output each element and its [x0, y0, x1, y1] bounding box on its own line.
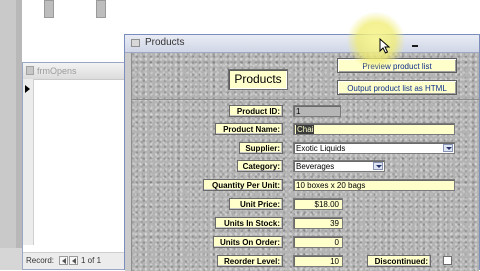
background-window-edge-2	[96, 0, 106, 18]
unit-price-field[interactable]: $18.00	[293, 198, 343, 210]
form-body: Products Preview product list Output pro…	[125, 53, 480, 271]
discontinued-label: Discontinued:	[367, 255, 431, 267]
document-icon	[26, 66, 34, 75]
previous-record-button[interactable]	[69, 256, 78, 265]
background-top-area	[22, 0, 480, 32]
dropdown-arrow-icon[interactable]	[443, 144, 453, 152]
supplier-label: Supplier:	[239, 142, 283, 154]
category-label: Category:	[237, 160, 283, 172]
product-name-label: Product Name:	[215, 123, 283, 135]
header-divider	[131, 99, 480, 100]
frmopens-window[interactable]: frmOpens Record: 1 of 1	[22, 62, 126, 270]
supplier-combo[interactable]: Exotic Liquids	[293, 142, 455, 154]
form-header-title: Products	[228, 69, 288, 90]
quantity-per-unit-field[interactable]: 10 boxes x 20 bags	[293, 179, 455, 191]
minimize-icon[interactable]	[409, 38, 421, 49]
mouse-pointer-icon	[379, 38, 391, 54]
product-name-field[interactable]: Chai	[293, 123, 455, 135]
units-in-stock-label: Units In Stock:	[215, 217, 283, 229]
product-name-value: Chai	[296, 125, 315, 134]
supplier-value: Exotic Liquids	[296, 144, 346, 153]
record-navigation-bar: Record: 1 of 1	[23, 252, 125, 269]
record-selector[interactable]	[23, 79, 34, 245]
reorder-level-label: Reorder Level:	[217, 255, 283, 267]
background-status-strip	[0, 248, 22, 270]
product-id-field[interactable]: 1	[293, 105, 341, 117]
product-id-label: Product ID:	[229, 105, 283, 117]
units-in-stock-field[interactable]: 39	[293, 217, 343, 229]
products-titlebar[interactable]: Products	[125, 35, 479, 53]
background-window-edge	[44, 0, 54, 18]
products-window[interactable]: Products Products Preview product list O…	[124, 34, 480, 271]
frmopens-title: frmOpens	[37, 66, 77, 76]
record-selector-arrow-icon	[25, 85, 30, 93]
window-title: Products	[145, 37, 185, 48]
record-count[interactable]: 1 of 1	[81, 253, 101, 269]
units-on-order-field[interactable]: 0	[293, 236, 343, 248]
cursor-highlight	[347, 12, 405, 70]
record-selector-bar[interactable]	[125, 53, 132, 271]
category-value: Beverages	[296, 162, 335, 171]
reorder-level-field[interactable]: 10	[293, 255, 343, 267]
discontinued-checkbox[interactable]	[443, 256, 452, 265]
first-record-button[interactable]	[59, 256, 68, 265]
dropdown-arrow-icon[interactable]	[373, 162, 383, 170]
previous-record-icon	[72, 258, 76, 264]
unit-price-label: Unit Price:	[229, 198, 283, 210]
frmopens-titlebar[interactable]: frmOpens	[23, 63, 125, 80]
units-on-order-label: Units On Order:	[213, 236, 283, 248]
category-combo[interactable]: Beverages	[293, 160, 385, 172]
output-html-button[interactable]: Output product list as HTML	[337, 80, 457, 95]
form-icon	[131, 39, 140, 47]
record-label: Record:	[26, 256, 55, 265]
first-record-icon	[62, 258, 66, 264]
quantity-per-unit-label: Quantity Per Unit:	[203, 179, 283, 191]
